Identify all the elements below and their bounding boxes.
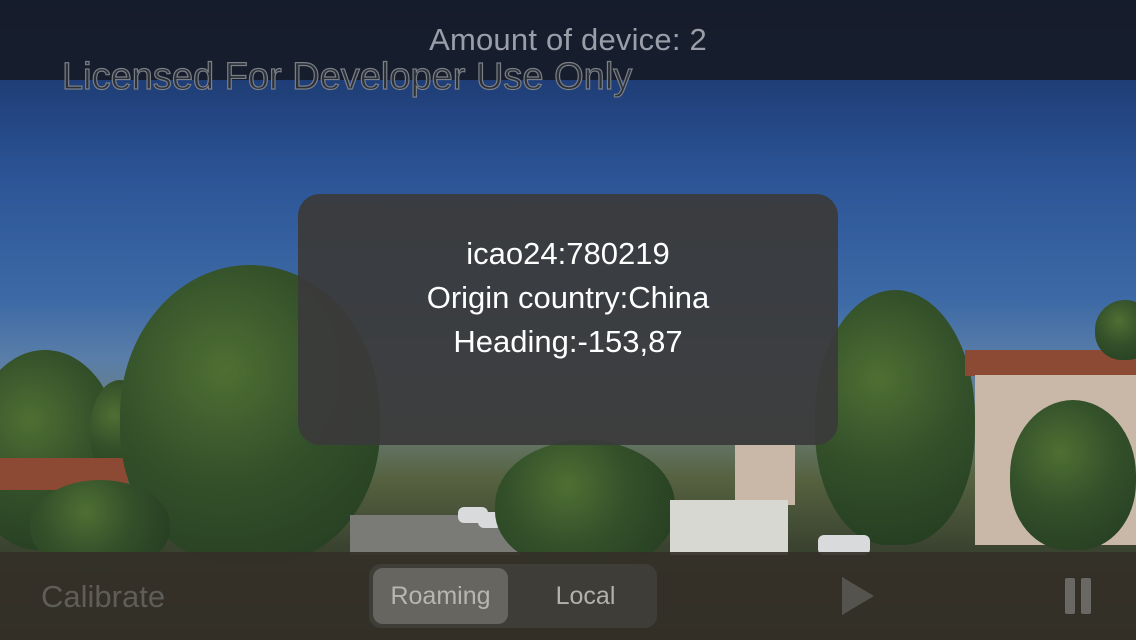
house-wall xyxy=(735,445,795,505)
tree xyxy=(1010,400,1136,550)
device-count-label: Amount of device: 2 xyxy=(429,22,707,57)
heading-label: Heading:-153,87 xyxy=(453,324,683,359)
local-segment[interactable]: Local xyxy=(518,568,653,624)
shed xyxy=(670,500,788,555)
icao24-label: icao24:780219 xyxy=(466,236,670,271)
play-icon[interactable] xyxy=(842,577,874,615)
pause-bar-right xyxy=(1081,578,1091,614)
tree xyxy=(815,290,975,545)
mode-segmented-control: Roaming Local xyxy=(369,564,657,628)
pause-bar-left xyxy=(1065,578,1075,614)
bottom-toolbar: Calibrate Roaming Local xyxy=(0,552,1136,640)
license-watermark: Licensed For Developer Use Only xyxy=(61,55,633,98)
pause-icon[interactable] xyxy=(1065,578,1093,614)
ar-camera-view: Amount of device: 2 Licensed For Develop… xyxy=(0,0,1136,640)
origin-country-label: Origin country:China xyxy=(426,280,710,315)
roaming-segment[interactable]: Roaming xyxy=(373,568,508,624)
tree xyxy=(495,440,675,570)
aircraft-info-popup[interactable]: icao24:780219 Origin country:China Headi… xyxy=(298,194,838,445)
calibrate-button[interactable]: Calibrate xyxy=(41,579,165,615)
tree xyxy=(1095,300,1136,360)
